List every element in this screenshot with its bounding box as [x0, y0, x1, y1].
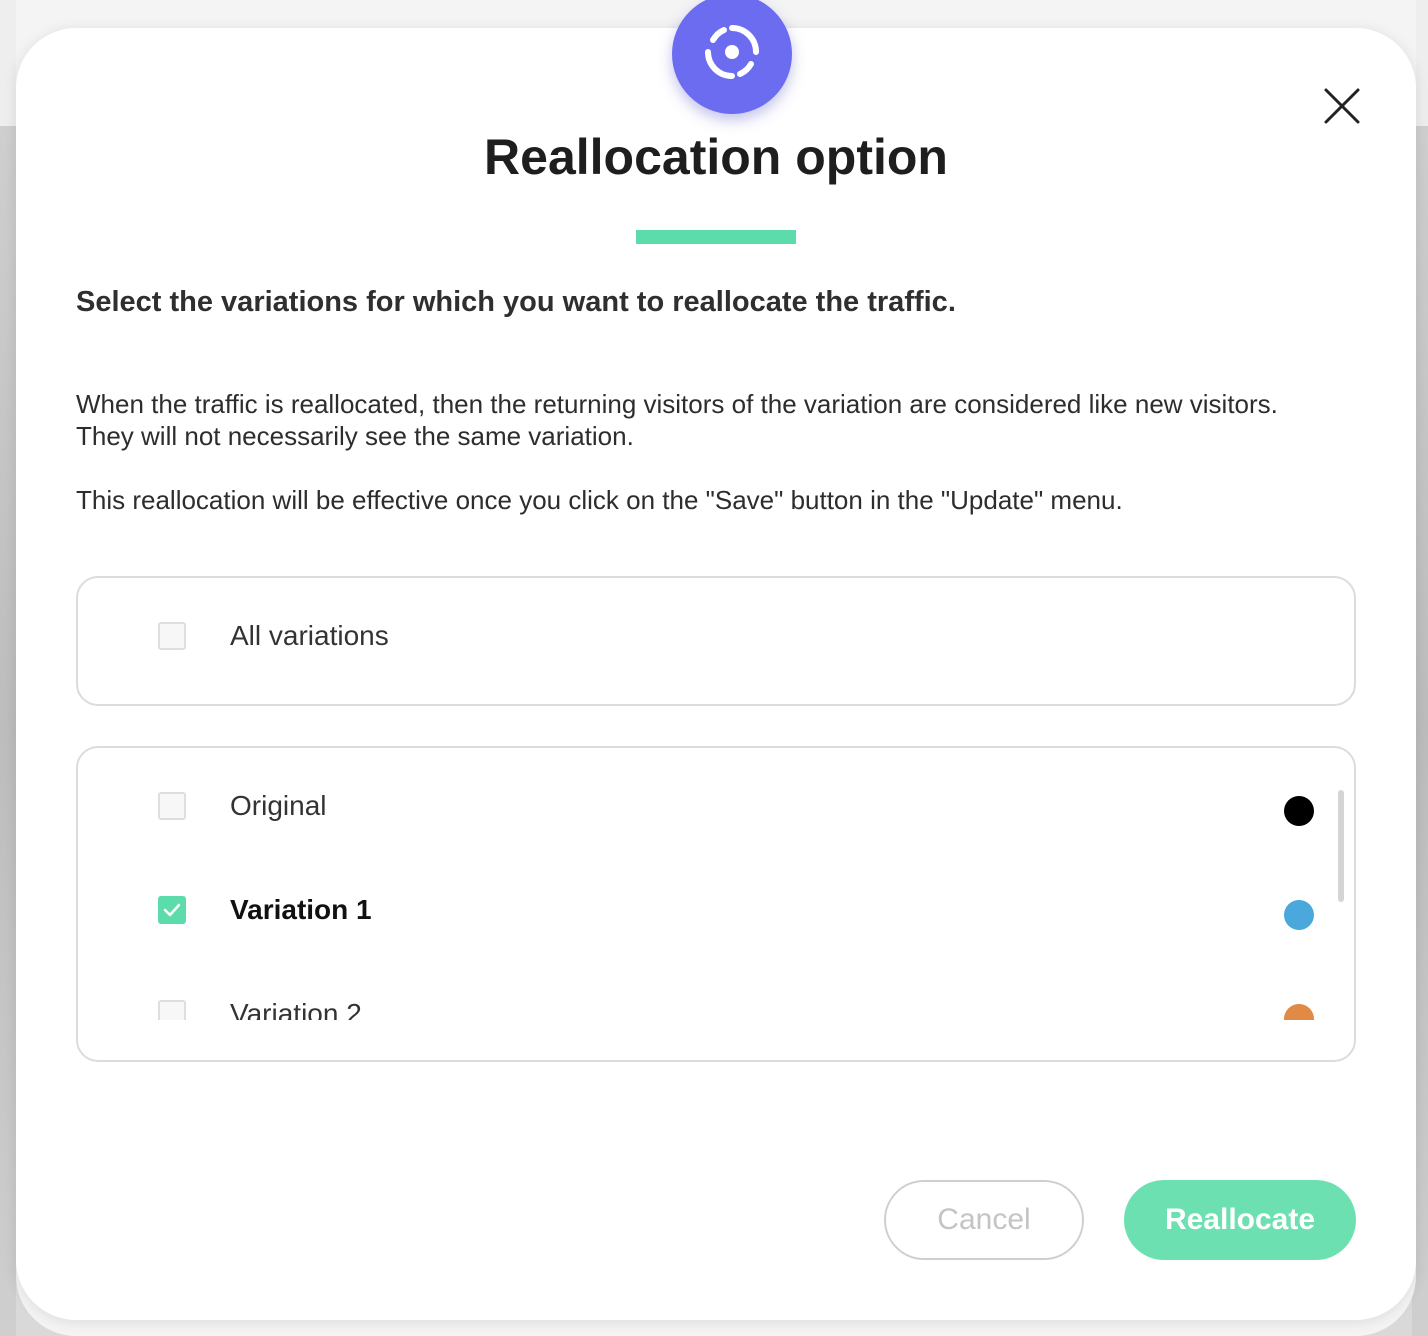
variation-color-dot: [1284, 1004, 1314, 1020]
dialog-subtitle: Select the variations for which you want…: [76, 286, 956, 318]
dialog-badge: [672, 0, 792, 114]
all-variations-checkbox[interactable]: [158, 622, 186, 650]
variation-color-dot: [1284, 900, 1314, 930]
description-paragraph-2: This reallocation will be effective once…: [76, 485, 1123, 515]
all-variations-row[interactable]: All variations: [78, 618, 1354, 658]
all-variations-panel: All variations: [76, 576, 1356, 706]
variation-label: Variation 2: [230, 998, 362, 1020]
list-scrollbar[interactable]: [1338, 790, 1344, 902]
target-icon: [702, 22, 762, 87]
variation-2-checkbox[interactable]: [158, 1000, 186, 1020]
variation-1-checkbox[interactable]: [158, 896, 186, 924]
variation-label: Original: [230, 790, 327, 821]
reallocation-dialog: Reallocation option Select the variation…: [16, 0, 1416, 1320]
close-button[interactable]: [1322, 86, 1362, 126]
all-variations-label: All variations: [230, 620, 389, 651]
description-paragraph-1: When the traffic is reallocated, then th…: [76, 389, 1278, 451]
title-underline: [636, 230, 796, 244]
variation-row-1[interactable]: Variation 1: [78, 892, 1354, 932]
original-checkbox[interactable]: [158, 792, 186, 820]
variation-row-original[interactable]: Original: [78, 788, 1354, 828]
variation-color-dot: [1284, 796, 1314, 826]
dialog-title: Reallocation option: [484, 129, 948, 185]
variations-list[interactable]: Original Variation 1 Variation 2: [76, 746, 1356, 1062]
cancel-button[interactable]: Cancel: [884, 1180, 1084, 1260]
variations-list-viewport: Original Variation 1 Variation 2: [78, 748, 1354, 1020]
variation-row-2[interactable]: Variation 2: [78, 996, 1354, 1020]
variation-label: Variation 1: [230, 894, 372, 925]
page-backdrop-left: [0, 126, 16, 1336]
reallocate-button[interactable]: Reallocate: [1124, 1180, 1356, 1260]
